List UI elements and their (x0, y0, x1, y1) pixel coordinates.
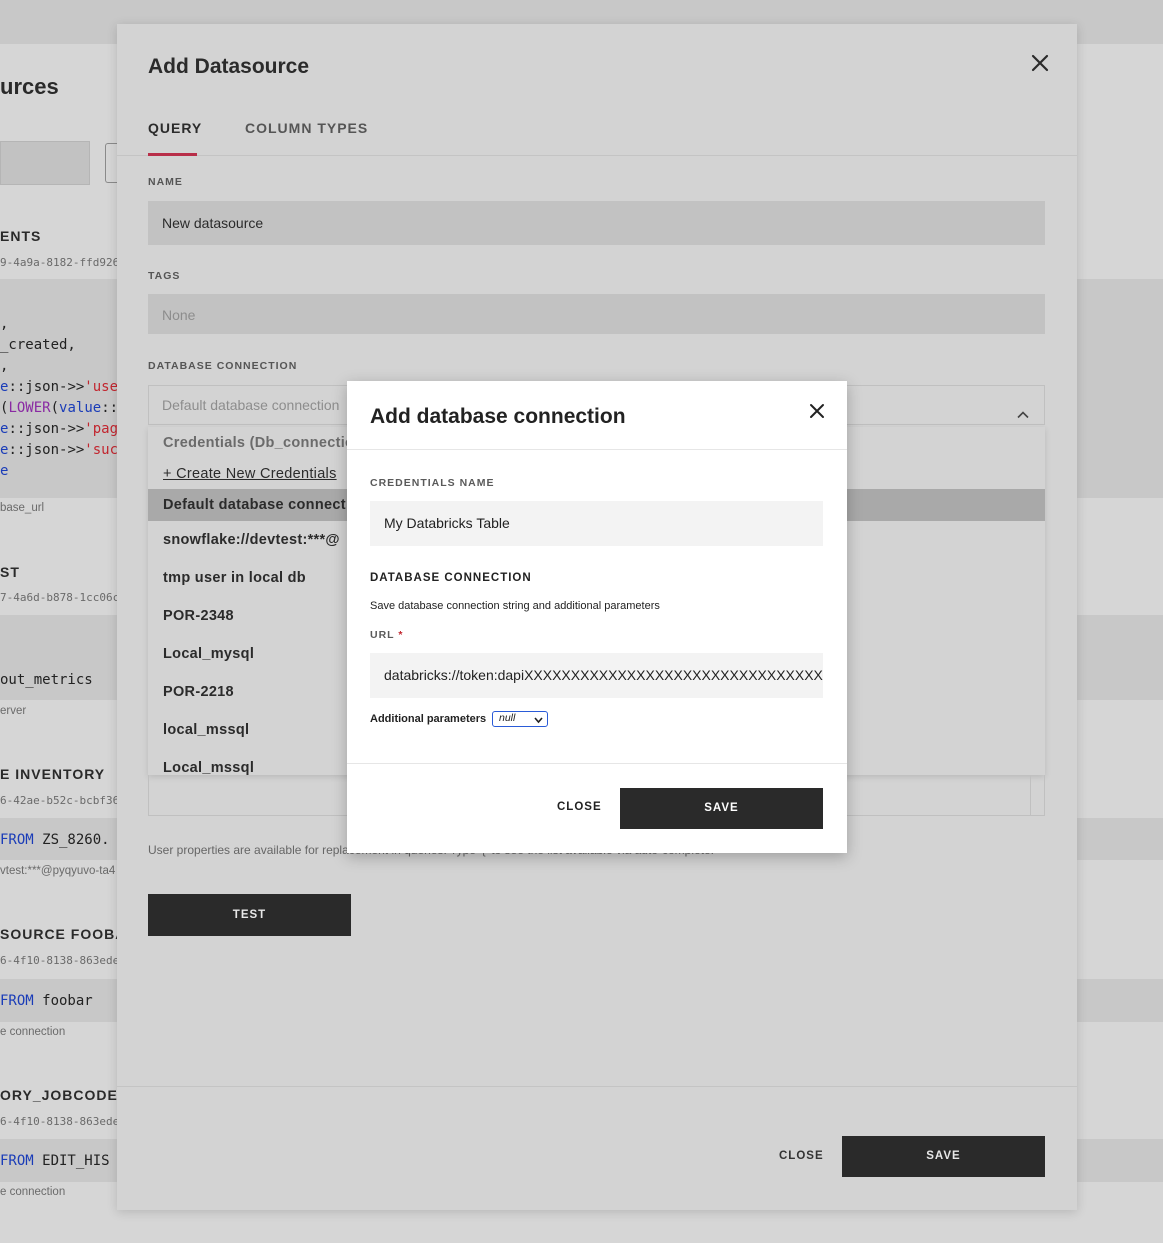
connection-name: erver (0, 705, 27, 717)
code-line: e::json->>'pag (0, 421, 119, 437)
tab-query[interactable]: QUERY (148, 120, 202, 136)
datasource-heading[interactable]: ORY_JOBCODE (0, 1087, 118, 1103)
footer-divider (347, 763, 847, 764)
code-line: e::json->>'suc (0, 442, 119, 458)
datasource-id: 6-42ae-b52c-bcbf36a (0, 794, 126, 807)
code-line: (LOWER(value:: (0, 400, 119, 416)
code-line: FROM foobar (0, 993, 93, 1009)
datasource-id: 7-4a6d-b878-1cc06c (0, 591, 120, 604)
additional-params-value: null (499, 712, 516, 724)
additional-params-select[interactable]: null (492, 711, 548, 727)
search-input[interactable] (0, 141, 90, 185)
active-tab-indicator (148, 153, 197, 156)
tab-bar: QUERY COLUMN TYPES (117, 114, 1077, 156)
save-button[interactable]: SAVE (842, 1136, 1045, 1177)
code-line: , (0, 358, 9, 374)
required-marker: * (398, 629, 404, 641)
add-db-connection-dialog: Add database connection CREDENTIALS NAME… (347, 381, 847, 853)
code-line: e::json->>'use (0, 379, 119, 395)
modal-title: Add Datasource (148, 55, 310, 78)
section-title: DATABASE CONNECTION (370, 572, 532, 584)
url-input[interactable]: databricks://token:dapiXXXXXXXXXXXXXXXXX… (370, 653, 823, 698)
datasource-id: 6-4f10-8138-863ede (0, 1115, 120, 1128)
connection-name: vtest:***@pyqyuvo-ta4 (0, 865, 116, 877)
dialog-title: Add database connection (370, 405, 626, 428)
credentials-name-input[interactable]: My Databricks Table (370, 501, 823, 546)
code-line: out_metrics (0, 672, 93, 688)
close-icon[interactable] (1029, 52, 1051, 74)
connection-name: e connection (0, 1026, 66, 1038)
additional-params-label: Additional parameters (370, 713, 487, 725)
editor-scrollbar[interactable] (1030, 775, 1031, 816)
tab-column-types[interactable]: COLUMN TYPES (245, 120, 368, 136)
db-connection-label: DATABASE CONNECTION (148, 360, 298, 372)
footer-divider (117, 1086, 1077, 1087)
header-divider (347, 449, 847, 450)
save-button[interactable]: SAVE (620, 788, 823, 829)
connection-name: base_url (0, 502, 45, 514)
datasource-heading[interactable]: E INVENTORY (0, 766, 105, 782)
url-label-text: URL (370, 629, 395, 641)
code-line: , (0, 316, 9, 332)
tags-label: TAGS (148, 270, 181, 282)
datasource-heading[interactable]: ST (0, 564, 20, 580)
code-line: e (0, 463, 9, 479)
code-line: FROM ZS_8260. (0, 832, 110, 848)
chevron-up-icon (1016, 398, 1030, 419)
close-button[interactable]: CLOSE (779, 1150, 824, 1162)
close-icon[interactable] (808, 402, 826, 420)
chevron-down-icon (534, 715, 543, 724)
name-input[interactable]: New datasource (148, 201, 1045, 245)
db-connection-placeholder: Default database connection (162, 397, 340, 413)
code-line: FROM EDIT_HIS (0, 1153, 110, 1169)
page-title: urces (0, 74, 59, 99)
connection-name: e connection (0, 1186, 66, 1198)
datasource-heading[interactable]: ENTS (0, 228, 41, 244)
tags-input[interactable]: None (148, 294, 1045, 334)
credentials-name-label: CREDENTIALS NAME (370, 477, 495, 489)
url-label: URL * (370, 629, 403, 641)
close-button[interactable]: CLOSE (557, 801, 602, 813)
section-description: Save database connection string and addi… (370, 600, 660, 612)
code-line: _created, (0, 337, 76, 353)
datasource-id: 9-4a9a-8182-ffd926 (0, 256, 120, 269)
test-button[interactable]: TEST (148, 894, 351, 936)
datasource-id: 6-4f10-8138-863ede (0, 954, 120, 967)
name-label: NAME (148, 176, 183, 188)
